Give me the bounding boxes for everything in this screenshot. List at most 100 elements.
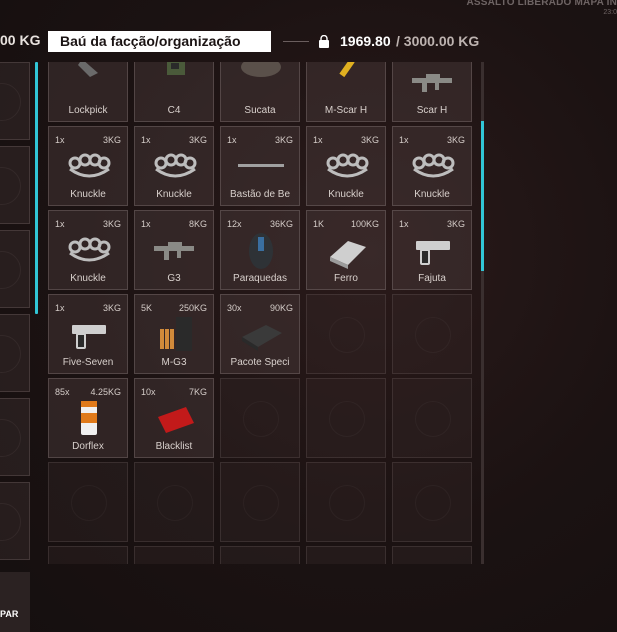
empty-slot[interactable]: [48, 546, 128, 564]
notice-text: ASSALTO LIBERADO MAPA IN: [466, 0, 617, 8]
empty-slot[interactable]: [392, 462, 472, 542]
inventory-slot[interactable]: 1x 3KG Knuckle: [134, 126, 214, 206]
player-slot[interactable]: [0, 482, 30, 560]
item-name: M-Scar H: [324, 105, 368, 116]
notice-time: 23:0: [603, 9, 617, 16]
inventory-slot[interactable]: 30x 90KG Pacote Speci: [220, 294, 300, 374]
inventory-slot[interactable]: M-Scar H: [306, 62, 386, 122]
item-quantity: 1x: [55, 219, 65, 229]
item-weight: 7KG: [188, 387, 207, 397]
empty-slot[interactable]: [220, 462, 300, 542]
empty-slot[interactable]: [306, 294, 386, 374]
item-weight: 3KG: [102, 219, 121, 229]
item-name: Pacote Speci: [230, 357, 290, 368]
item-weight: 3KG: [446, 135, 465, 145]
inventory-slot[interactable]: Lockpick: [48, 62, 128, 122]
inventory-slot[interactable]: 12x 36KG Paraquedas: [220, 210, 300, 290]
inventory-slot[interactable]: 1x 3KG Five-Seven: [48, 294, 128, 374]
knuckle-icon: [64, 227, 114, 273]
inventory-slot[interactable]: 85x 4.25KG Dorflex: [48, 378, 128, 458]
item-weight: 250KG: [178, 303, 207, 313]
player-slot[interactable]: [0, 230, 30, 308]
inventory-slot[interactable]: 5K 250KG M-G3: [134, 294, 214, 374]
player-slot[interactable]: [0, 62, 30, 140]
knuckle-icon: [64, 143, 114, 189]
inventory-slot[interactable]: Scar H: [392, 62, 472, 122]
player-slot[interactable]: [0, 314, 30, 392]
item-name: Blacklist: [155, 441, 193, 452]
item-weight: 3KG: [102, 303, 121, 313]
knuckle-icon: [322, 143, 372, 189]
empty-slot[interactable]: [134, 462, 214, 542]
item-weight: 3KG: [446, 219, 465, 229]
inventory-slot[interactable]: 1x 3KG Knuckle: [48, 210, 128, 290]
empty-slot[interactable]: [48, 462, 128, 542]
item-weight: 3KG: [102, 135, 121, 145]
inventory-slot[interactable]: 1x 8KG G3: [134, 210, 214, 290]
ammo-icon: [322, 62, 372, 105]
inventory-slot[interactable]: 1x 3KG Knuckle: [48, 126, 128, 206]
inventory-slot[interactable]: 1x 3KG Knuckle: [392, 126, 472, 206]
inventory-slot[interactable]: 1x 3KG Knuckle: [306, 126, 386, 206]
item-name: Knuckle: [156, 189, 192, 200]
item-quantity: 1x: [399, 219, 409, 229]
item-name: G3: [167, 273, 181, 284]
pistol-icon: [408, 227, 458, 273]
item-quantity: 10x: [141, 387, 156, 397]
item-weight: 3KG: [188, 135, 207, 145]
bat-icon: [236, 143, 286, 189]
inventory-slot[interactable]: 10x 7KG Blacklist: [134, 378, 214, 458]
c4-icon: [150, 62, 200, 105]
inventory-slot[interactable]: 1K 100KG Ferro: [306, 210, 386, 290]
rifle-icon: [150, 227, 200, 273]
item-quantity: 1x: [313, 135, 323, 145]
item-quantity: 1x: [55, 303, 65, 313]
empty-slot[interactable]: [220, 378, 300, 458]
item-name: Fajuta: [418, 273, 446, 284]
empty-slot[interactable]: [392, 378, 472, 458]
item-name: M-G3: [161, 357, 187, 368]
empty-slot[interactable]: [392, 546, 472, 564]
inventory-slot[interactable]: 1x 3KG Fajuta: [392, 210, 472, 290]
empty-slot[interactable]: [306, 378, 386, 458]
item-weight: 4.25KG: [90, 387, 121, 397]
inventory-slot[interactable]: C4: [134, 62, 214, 122]
item-name: Knuckle: [328, 189, 364, 200]
item-quantity: 1x: [399, 135, 409, 145]
pills-icon: [64, 395, 114, 441]
item-name: Lockpick: [68, 105, 108, 116]
item-quantity: 12x: [227, 219, 242, 229]
chest-title: Baú da facção/organização: [48, 31, 271, 52]
item-weight: 8KG: [188, 219, 207, 229]
left-action-label: PAR: [0, 609, 19, 619]
player-slot[interactable]: [0, 398, 30, 476]
item-weight: 90KG: [269, 303, 293, 313]
ammo-box-icon: [150, 311, 200, 357]
chest-weight-max: / 3000.00 KG: [396, 33, 480, 49]
case-icon: [236, 311, 286, 357]
header-divider: [283, 41, 309, 42]
chest-scrollbar-thumb[interactable]: [481, 121, 484, 271]
inventory-slot[interactable]: Sucata: [220, 62, 300, 122]
player-inventory-scrollbar[interactable]: [35, 62, 38, 314]
empty-slot[interactable]: [306, 546, 386, 564]
item-quantity: 30x: [227, 303, 242, 313]
item-quantity: 1K: [313, 219, 325, 229]
item-name: Knuckle: [70, 189, 106, 200]
empty-slot[interactable]: [392, 294, 472, 374]
item-quantity: 5K: [141, 303, 153, 313]
player-slot[interactable]: [0, 146, 30, 224]
item-weight: 3KG: [274, 135, 293, 145]
iron-icon: [322, 227, 372, 273]
blacklist-icon: [150, 395, 200, 441]
item-weight: 3KG: [360, 135, 379, 145]
left-action-button[interactable]: PAR: [0, 572, 30, 632]
chest-weight-current: 1969.80: [340, 33, 391, 49]
empty-slot[interactable]: [306, 462, 386, 542]
bag-icon: [319, 35, 329, 48]
empty-slot[interactable]: [220, 546, 300, 564]
inventory-slot[interactable]: 1x 3KG Bastão de Be: [220, 126, 300, 206]
item-name: Paraquedas: [233, 273, 287, 284]
item-name: Dorflex: [72, 441, 104, 452]
empty-slot[interactable]: [134, 546, 214, 564]
